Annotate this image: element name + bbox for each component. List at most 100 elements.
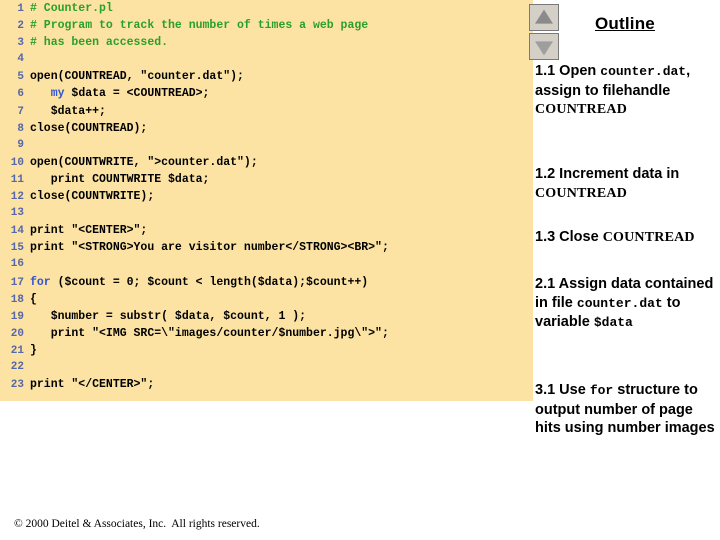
code-line: 5 open(COUNTREAD, "counter.dat");	[0, 70, 533, 87]
line-source: print "<STRONG>You are visitor number</S…	[30, 241, 389, 254]
code-token-comment: # Program to track the number of times a…	[30, 19, 369, 33]
code-token-comment: # Counter.pl	[30, 2, 113, 15]
line-number: 16	[10, 258, 24, 271]
outline-text-mono: counter.dat	[600, 64, 687, 79]
line-source: open(COUNTREAD, "counter.dat");	[30, 70, 244, 83]
code-line: 12 close(COUNTWRITE);	[0, 190, 533, 207]
outline-text-mono: counter.dat	[576, 295, 663, 311]
triangle-down-icon	[535, 40, 553, 55]
code-line: 13	[0, 207, 533, 224]
line-number: 22	[10, 360, 24, 373]
line-source: close(COUNTWRITE);	[30, 190, 154, 203]
outline-text-smallcaps: COUNTREAD	[535, 102, 628, 117]
code-line: 3 # has been accessed.	[0, 36, 533, 53]
copyright-footer: © 2000 Deitel & Associates, Inc. All rig…	[14, 518, 260, 530]
line-number: 1	[17, 3, 24, 15]
line-source: open(COUNTWRITE, ">counter.dat");	[30, 156, 258, 169]
line-number: 14	[10, 225, 24, 238]
line-source: print "<CENTER>";	[30, 224, 147, 237]
code-listing[interactable]: 1 # Counter.pl 2 # Program to track the num…	[0, 2, 533, 395]
line-source: my $data = <COUNTREAD>;	[30, 87, 210, 101]
code-line: 22	[0, 361, 533, 378]
line-number: 8	[17, 122, 24, 135]
outline-text-prose: 1.2 Increment data in	[535, 166, 680, 182]
line-number: 20	[10, 327, 24, 340]
code-line: 1 # Counter.pl	[0, 2, 533, 19]
code-token-plain: close(COUNTREAD);	[30, 121, 148, 135]
code-line: 21}	[0, 344, 533, 361]
line-number: 12	[10, 191, 24, 204]
code-line: 23 print "</CENTER>";	[0, 378, 533, 395]
code-line: 15 print "<STRONG>You are visitor number<…	[0, 241, 533, 258]
outline-text-prose: 1.1 Open	[535, 63, 601, 79]
outline-item-1-1[interactable]: 1.1 Open counter.dat, assign to filehand…	[535, 62, 720, 120]
outline-panel: Outline 1.1 Open counter.dat, assign to …	[529, 0, 720, 540]
code-token-plain: $data = <COUNTREAD>;	[64, 87, 210, 101]
code-line: 6 my $data = <COUNTREAD>;	[0, 87, 533, 104]
code-token-keyword: for	[30, 275, 51, 289]
outline-item-3-1[interactable]: 3.1 Use for structure to output number o…	[535, 381, 720, 438]
line-number: 18	[10, 293, 24, 306]
code-line: 19 $number = substr( $data, $count, 1 );	[0, 310, 533, 327]
line-source: print "<IMG SRC=\"images/counter/$number…	[30, 327, 389, 340]
line-source: # Program to track the number of times a…	[30, 19, 368, 32]
line-number: 17	[10, 276, 24, 289]
code-token-plain: }	[30, 343, 37, 357]
code-line: 18 {	[0, 293, 533, 310]
triangle-up-icon	[535, 9, 553, 24]
line-number: 15	[10, 242, 24, 255]
code-token-plain: {	[30, 292, 37, 306]
line-source: # has been accessed.	[30, 36, 168, 49]
code-token-plain: print "<IMG SRC=\"images/counter/$number…	[30, 326, 389, 340]
outline-text-prose: 1.3 Close	[535, 229, 603, 245]
code-line: 10 open(COUNTWRITE, ">counter.dat");	[0, 156, 533, 173]
scroll-buttons	[529, 4, 562, 62]
line-number: 10	[10, 156, 24, 169]
outline-item-1-3[interactable]: 1.3 Close COUNTREAD	[535, 228, 720, 248]
code-line: 8 close(COUNTREAD);	[0, 122, 533, 139]
outline-text-mono: $data	[593, 315, 633, 330]
line-number: 21	[10, 344, 24, 357]
code-token-plain: ($count = 0; $count < length($data);$cou…	[50, 275, 369, 289]
line-number: 6	[17, 88, 24, 101]
code-token-plain: print COUNTWRITE $data;	[30, 172, 210, 186]
code-line: 7 $data++;	[0, 105, 533, 122]
line-number: 13	[10, 207, 24, 220]
outline-item-2-1[interactable]: 2.1 Assign data contained in file counte…	[535, 275, 720, 333]
line-source: }	[30, 344, 37, 357]
scroll-up-button[interactable]	[529, 4, 559, 31]
line-source: $data++;	[30, 105, 106, 118]
line-source: print "</CENTER>";	[30, 378, 154, 391]
outline-title: Outline	[595, 14, 655, 33]
line-number: 3	[17, 37, 24, 50]
code-line: 11 print COUNTWRITE $data;	[0, 173, 533, 190]
code-line: 16	[0, 258, 533, 275]
line-source: for ($count = 0; $count < length($data);…	[30, 276, 368, 289]
code-line: 4	[0, 53, 533, 70]
line-source: print COUNTWRITE $data;	[30, 172, 210, 186]
code-token-plain: $data++;	[30, 104, 106, 118]
code-line: 2 # Program to track the number of times …	[0, 19, 533, 36]
outline-text-mono: for	[589, 383, 614, 398]
outline-text-smallcaps: COUNTREAD	[602, 230, 695, 245]
code-token-plain: print "<STRONG>You are visitor number</S…	[30, 241, 389, 255]
line-number: 5	[17, 71, 24, 84]
outline-text-smallcaps: COUNTREAD	[535, 185, 628, 201]
code-line: 9	[0, 139, 533, 156]
code-token-plain: open(COUNTWRITE, ">counter.dat");	[30, 155, 258, 169]
line-number: 11	[10, 173, 24, 186]
line-number: 2	[17, 20, 24, 33]
line-source: {	[30, 293, 37, 306]
code-panel: 1 # Counter.pl 2 # Program to track the num…	[0, 0, 533, 401]
line-source: close(COUNTREAD);	[30, 122, 147, 135]
line-source: $number = substr( $data, $count, 1 );	[30, 310, 306, 323]
code-line: 20 print "<IMG SRC=\"images/counter/$num…	[0, 327, 533, 344]
code-token-keyword: my	[50, 87, 65, 101]
code-line: 14 print "<CENTER>";	[0, 224, 533, 241]
code-token-plain: print "</CENTER>";	[30, 378, 155, 392]
outline-item-1-2[interactable]: 1.2 Increment data in COUNTREAD	[535, 165, 720, 203]
code-token-plain: print "<CENTER>";	[30, 224, 148, 238]
scroll-down-button[interactable]	[529, 33, 559, 60]
line-source: # Counter.pl	[30, 2, 113, 15]
